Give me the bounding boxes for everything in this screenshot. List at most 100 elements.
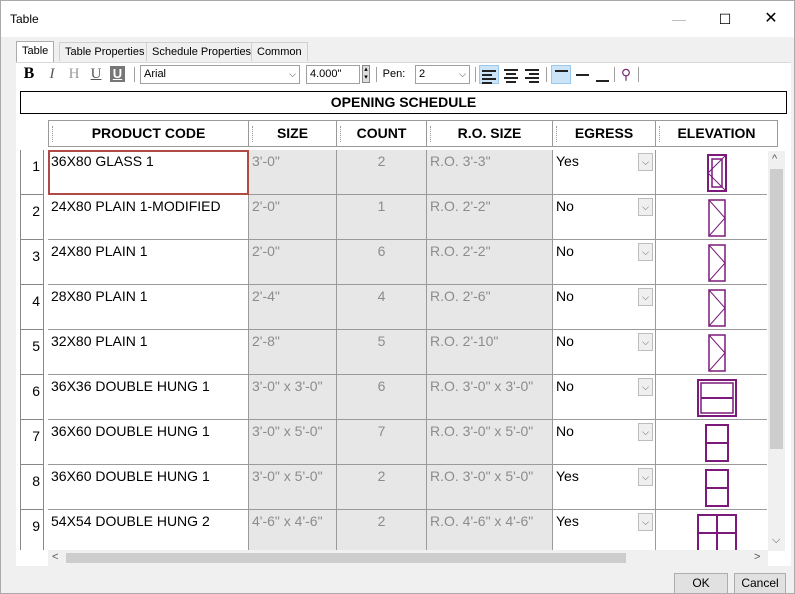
row-number[interactable]: 3 (20, 240, 44, 285)
cell-ro-size[interactable]: R.O. 3'-0" x 3'-0" (427, 375, 553, 420)
cell-egress[interactable]: Yes ⌵ (553, 150, 656, 195)
cell-count[interactable]: 5 (337, 330, 427, 375)
header-egress[interactable]: EGRESS (553, 120, 656, 147)
cell-elevation[interactable] (656, 420, 767, 465)
header-size[interactable]: SIZE (249, 120, 337, 147)
cell-count[interactable]: 6 (337, 240, 427, 285)
cell-product-code[interactable]: 36X60 DOUBLE HUNG 1 (48, 420, 249, 465)
cell-ro-size[interactable]: R.O. 3'-0" x 5'-0" (427, 420, 553, 465)
header-ro-size[interactable]: R.O. SIZE (427, 120, 553, 147)
scroll-down-icon[interactable]: ⌵ (772, 534, 780, 547)
cell-egress[interactable]: No ⌵ (553, 240, 656, 285)
chevron-down-icon[interactable]: ⌵ (638, 153, 653, 171)
bold-button[interactable]: B (22, 63, 36, 85)
cell-elevation[interactable] (656, 330, 767, 375)
chevron-down-icon[interactable]: ⌵ (638, 468, 653, 486)
cell-product-code[interactable]: 36X80 GLASS 1 (48, 150, 249, 195)
cell-size[interactable]: 3'-0" x 5'-0" (249, 420, 337, 465)
close-icon[interactable]: ✕ (748, 1, 794, 37)
cell-elevation[interactable] (656, 150, 767, 195)
chevron-down-icon[interactable]: ⌵ (638, 243, 653, 261)
font-size-input[interactable]: 4.000" (306, 65, 360, 84)
cell-ro-size[interactable]: R.O. 3'-3" (427, 150, 553, 195)
scroll-right-icon[interactable]: > (754, 551, 760, 563)
chevron-down-icon[interactable]: ⌵ (638, 513, 653, 531)
cell-elevation[interactable] (656, 240, 767, 285)
row-number[interactable]: 4 (20, 285, 44, 330)
chevron-down-icon[interactable]: ⌵ (638, 333, 653, 351)
italic-button[interactable]: I (46, 63, 58, 85)
tab-schedule-properties[interactable]: Schedule Properties (146, 42, 258, 61)
align-right-icon[interactable] (525, 67, 539, 83)
cell-product-code[interactable]: 28X80 PLAIN 1 (48, 285, 249, 330)
tab-table[interactable]: Table (16, 41, 55, 62)
pen-select[interactable]: 2 ⌵ (415, 65, 470, 84)
row-number[interactable]: 9 (20, 510, 44, 550)
row-number[interactable]: 1 (20, 150, 44, 195)
cell-ro-size[interactable]: R.O. 2'-2" (427, 195, 553, 240)
cell-elevation[interactable] (656, 510, 767, 550)
tab-table-properties[interactable]: Table Properties (59, 42, 151, 61)
cell-size[interactable]: 2'-0" (249, 240, 337, 285)
chevron-down-icon[interactable]: ⌵ (638, 198, 653, 216)
cell-egress[interactable]: No ⌵ (553, 195, 656, 240)
size-spinner-icon[interactable]: ▴ ▾ (362, 65, 370, 83)
cell-size[interactable]: 3'-0" (249, 150, 337, 195)
chevron-down-icon[interactable]: ⌵ (638, 423, 653, 441)
header-product-code[interactable]: PRODUCT CODE (48, 120, 249, 147)
outline-button[interactable]: H (67, 63, 81, 85)
cell-egress[interactable]: No ⌵ (553, 420, 656, 465)
cell-egress[interactable]: No ⌵ (553, 375, 656, 420)
horizontal-scrollbar[interactable]: < > (48, 550, 768, 566)
cell-product-code[interactable]: 54X54 DOUBLE HUNG 2 (48, 510, 249, 550)
align-left-button[interactable] (479, 65, 499, 84)
cell-ro-size[interactable]: R.O. 2'-6" (427, 285, 553, 330)
cell-egress[interactable]: No ⌵ (553, 285, 656, 330)
pen-color-icon[interactable]: ⚲ (618, 63, 634, 85)
cell-elevation[interactable] (656, 375, 767, 420)
cell-product-code[interactable]: 32X80 PLAIN 1 (48, 330, 249, 375)
cell-elevation[interactable] (656, 195, 767, 240)
cell-elevation[interactable] (656, 465, 767, 510)
valign-middle-icon[interactable] (576, 74, 589, 76)
maximize-icon[interactable]: ☐ (702, 1, 748, 37)
cell-product-code[interactable]: 24X80 PLAIN 1-MODIFIED (48, 195, 249, 240)
chevron-down-icon[interactable]: ⌵ (638, 288, 653, 306)
font-select[interactable]: Arial ⌵ (140, 65, 300, 84)
cell-ro-size[interactable]: R.O. 2'-10" (427, 330, 553, 375)
cell-ro-size[interactable]: R.O. 4'-6" x 4'-6" (427, 510, 553, 550)
row-number[interactable]: 6 (20, 375, 44, 420)
cell-size[interactable]: 3'-0" x 5'-0" (249, 465, 337, 510)
cell-ro-size[interactable]: R.O. 2'-2" (427, 240, 553, 285)
cell-egress[interactable]: Yes ⌵ (553, 510, 656, 550)
cell-elevation[interactable] (656, 285, 767, 330)
chevron-down-icon[interactable]: ⌵ (638, 378, 653, 396)
vertical-scrollbar[interactable]: ^ ⌵ (768, 151, 785, 551)
align-center-icon[interactable] (504, 67, 518, 83)
row-number[interactable]: 2 (20, 195, 44, 240)
cell-count[interactable]: 2 (337, 510, 427, 550)
minimize-icon[interactable]: — (656, 1, 702, 37)
underline-button[interactable]: U (89, 63, 103, 85)
scroll-left-icon[interactable]: < (52, 551, 58, 563)
cell-size[interactable]: 2'-0" (249, 195, 337, 240)
shadow-button[interactable]: U (110, 66, 125, 82)
cell-count[interactable]: 4 (337, 285, 427, 330)
cell-count[interactable]: 7 (337, 420, 427, 465)
row-number[interactable]: 7 (20, 420, 44, 465)
scroll-thumb[interactable] (66, 553, 626, 563)
valign-bottom-icon[interactable] (596, 80, 609, 82)
scroll-up-icon[interactable]: ^ (772, 153, 777, 165)
cell-size[interactable]: 4'-6" x 4'-6" (249, 510, 337, 550)
cell-product-code[interactable]: 36X36 DOUBLE HUNG 1 (48, 375, 249, 420)
row-number[interactable]: 8 (20, 465, 44, 510)
cell-count[interactable]: 2 (337, 150, 427, 195)
cancel-button[interactable]: Cancel (734, 573, 786, 594)
header-count[interactable]: COUNT (337, 120, 427, 147)
header-elevation[interactable]: ELEVATION (656, 120, 778, 147)
row-number[interactable]: 5 (20, 330, 44, 375)
cell-egress[interactable]: Yes ⌵ (553, 465, 656, 510)
cell-product-code[interactable]: 24X80 PLAIN 1 (48, 240, 249, 285)
valign-top-button[interactable] (551, 65, 571, 84)
cell-size[interactable]: 2'-4" (249, 285, 337, 330)
